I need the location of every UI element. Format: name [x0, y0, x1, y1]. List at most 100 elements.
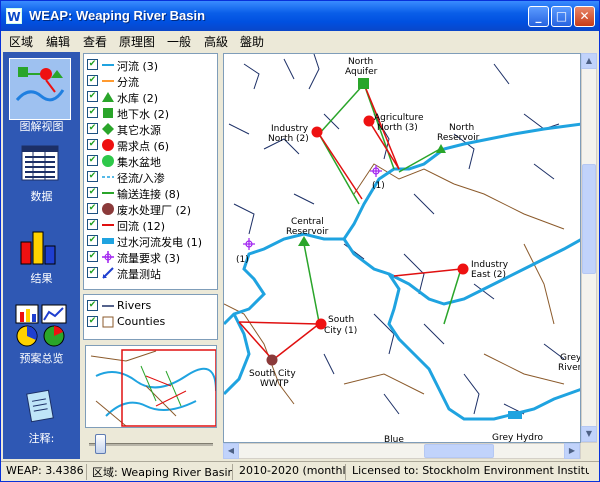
- results-icon: [20, 231, 56, 265]
- menu-advanced[interactable]: 高級: [204, 33, 228, 50]
- legend-row-other-supply[interactable]: ✔ 其它水源: [87, 121, 217, 137]
- nav-results[interactable]: 结果: [3, 222, 80, 288]
- horizontal-scroll-thumb[interactable]: [424, 444, 494, 458]
- label-north-reservoir: North: [449, 123, 474, 133]
- menu-view[interactable]: 查看: [83, 33, 107, 50]
- north-aquifer-node[interactable]: [358, 78, 369, 89]
- label-central-reservoir: Central: [291, 217, 324, 227]
- menu-edit[interactable]: 编辑: [46, 33, 70, 50]
- legend-row-run-of-river-hydro[interactable]: ✔ 过水河流发电 (1): [87, 233, 217, 249]
- nav-notes[interactable]: 注释:: [3, 382, 80, 448]
- schematic-map[interactable]: North Aquifer Agriculture North (3) Indu…: [223, 53, 581, 443]
- scroll-left-icon[interactable]: ◀: [223, 443, 239, 459]
- status-bar: WEAP: 3.4386 区域: Weaping River Basin 201…: [1, 461, 599, 481]
- scroll-down-icon[interactable]: ▼: [581, 426, 597, 442]
- status-version: WEAP: 3.4386: [3, 464, 87, 480]
- nav-scenario-overview[interactable]: 预案总览: [3, 302, 80, 368]
- industry-north-node[interactable]: [311, 126, 323, 138]
- legend-row-wastewater-plant[interactable]: ✔ 废水处理厂 (2): [87, 201, 217, 217]
- window-title: WEAP: Weaping River Basin: [29, 8, 206, 23]
- reservoir-triangle-icon: [102, 92, 114, 102]
- counties-layer-icon: [102, 316, 114, 328]
- runoff-dashed-icon: [102, 176, 114, 178]
- label-south-city: City (1): [324, 326, 357, 336]
- layer-row-rivers[interactable]: ✔ Rivers: [87, 298, 217, 314]
- layer-row-counties[interactable]: ✔ Counties: [87, 314, 217, 330]
- menu-bar: 区域 编辑 查看 原理图 一般 高級 盤助: [1, 31, 599, 50]
- agriculture-north-node[interactable]: [363, 115, 375, 127]
- menu-area[interactable]: 区域: [9, 33, 33, 50]
- title-bar[interactable]: W WEAP: Weaping River Basin _ □ ✕: [1, 1, 599, 31]
- zoom-slider[interactable]: [85, 431, 217, 457]
- background-layers: ✔ Rivers ✔ Counties: [83, 294, 218, 340]
- overview-map[interactable]: [85, 345, 217, 428]
- view-bar: 图解视图 数据 结果 预案总览 注释:: [3, 52, 80, 459]
- grey-hydro-node[interactable]: [508, 411, 522, 419]
- label-blue: Blue: [384, 435, 404, 443]
- legend-checkbox[interactable]: ✔: [87, 59, 98, 70]
- legend-row-diversion[interactable]: ✔ 分流: [87, 73, 217, 89]
- demand-site-circle-icon: [102, 139, 114, 151]
- south-city-wwtp-node[interactable]: [266, 354, 278, 366]
- background-rivers: [228, 54, 565, 415]
- label-north-aquifer: North: [348, 57, 373, 67]
- label-flow-req: (1): [236, 255, 249, 265]
- nav-data-label: 数据: [30, 190, 53, 203]
- label-industry-east: Industry: [471, 260, 509, 270]
- nav-data[interactable]: 数据: [3, 140, 80, 206]
- overview-map-graphic: [90, 349, 216, 427]
- catchment-circle-icon: [102, 155, 114, 167]
- weap-app-icon[interactable]: W: [6, 8, 22, 24]
- label-north-reservoir: Reservoir: [437, 133, 480, 143]
- label-industry-east: East (2): [471, 270, 506, 280]
- legend-row-streamflow-gauge[interactable]: ✔ 流量测站: [87, 265, 217, 281]
- flow-requirement-icon: [102, 251, 114, 263]
- nav-schematic[interactable]: 图解视图: [3, 58, 80, 136]
- menu-schematic[interactable]: 原理图: [119, 33, 155, 50]
- legend-row-reservoir[interactable]: ✔ 水库 (2): [87, 89, 217, 105]
- legend-row-groundwater[interactable]: ✔ 地下水 (2): [87, 105, 217, 121]
- label-grey-hydro: Grey Hydro: [492, 433, 544, 443]
- label-agriculture-north: Agriculture: [374, 113, 424, 123]
- scenario-overview-icon: [15, 304, 67, 347]
- minimize-button[interactable]: _: [528, 6, 549, 27]
- legend-row-demand-site[interactable]: ✔ 需求点 (6): [87, 137, 217, 153]
- label-north-aquifer: Aquifer: [345, 67, 378, 77]
- scroll-up-icon[interactable]: ▲: [581, 53, 597, 69]
- industry-east-node[interactable]: [457, 263, 469, 275]
- legend-label: 河流 (3): [117, 60, 159, 73]
- groundwater-square-icon: [103, 108, 113, 118]
- schematic-map-canvas: North Aquifer Agriculture North (3) Indu…: [224, 54, 581, 443]
- menu-help[interactable]: 盤助: [240, 33, 264, 50]
- nav-notes-label: 注释:: [28, 432, 55, 445]
- horizontal-scrollbar[interactable]: ◀ ▶: [223, 443, 581, 459]
- label-agriculture-north: North (3): [377, 123, 418, 133]
- status-area: 区域: Weaping River Basin: [89, 464, 233, 480]
- zoom-slider-thumb[interactable]: [95, 434, 106, 454]
- nav-results-label: 结果: [30, 272, 53, 285]
- maximize-button[interactable]: □: [551, 6, 572, 27]
- legend-row-runoff[interactable]: ✔ 径流/入渗: [87, 169, 217, 185]
- transmission-link-icon: [102, 192, 114, 194]
- legend-row-river[interactable]: ✔ 河流 (3): [87, 57, 217, 73]
- nav-schematic-label: 图解视图: [19, 120, 64, 133]
- label-grey-river: River: [558, 363, 581, 373]
- legend-row-return-flow[interactable]: ✔ 回流 (12): [87, 217, 217, 233]
- legend-row-flow-requirement[interactable]: ✔ 流量要求 (3): [87, 249, 217, 265]
- close-button[interactable]: ✕: [574, 6, 595, 27]
- scroll-right-icon[interactable]: ▶: [564, 443, 580, 459]
- label-industry-north: Industry: [271, 124, 309, 134]
- return-flow-icon: [102, 224, 114, 226]
- vertical-scroll-thumb[interactable]: [582, 164, 596, 274]
- vertical-scrollbar[interactable]: ▲ ▼: [581, 53, 597, 443]
- central-reservoir-node[interactable]: [298, 236, 310, 246]
- menu-general[interactable]: 一般: [167, 33, 191, 50]
- flow-requirement-marker[interactable]: [243, 238, 255, 250]
- legend-row-catchment[interactable]: ✔ 集水盆地: [87, 153, 217, 169]
- status-period: 2010-2020 (monthly): [236, 464, 346, 480]
- legend-row-transmission-link[interactable]: ✔ 输送连接 (8): [87, 185, 217, 201]
- label-grey-river: Grey: [560, 353, 581, 363]
- streamflow-gauge-icon: [102, 267, 114, 279]
- other-supply-diamond-icon: [102, 123, 114, 135]
- label-south-city-wwtp: South City: [249, 369, 296, 379]
